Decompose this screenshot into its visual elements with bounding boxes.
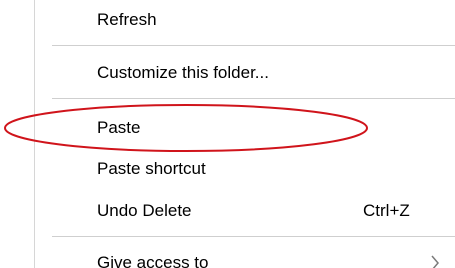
menu-item-paste-shortcut[interactable]: Paste shortcut [35, 151, 455, 187]
menu-item-label: Refresh [97, 10, 157, 29]
menu-item-label: Paste shortcut [97, 159, 206, 178]
menu-item-give-access-to[interactable]: Give access to [35, 245, 455, 268]
menu-item-refresh[interactable]: Refresh [35, 2, 455, 38]
menu-item-shortcut: Ctrl+Z [363, 201, 410, 220]
menu-item-customize-folder[interactable]: Customize this folder... [35, 55, 455, 91]
menu-item-label: Give access to [97, 253, 209, 268]
chevron-right-icon [431, 255, 439, 268]
menu-item-undo-delete[interactable]: Undo Delete Ctrl+Z [35, 193, 455, 229]
menu-separator [52, 98, 455, 99]
menu-separator [52, 45, 455, 46]
menu-item-label: Undo Delete [97, 201, 192, 220]
menu-item-paste[interactable]: Paste [35, 110, 455, 146]
menu-item-label: Paste [97, 118, 141, 137]
menu-separator [52, 236, 455, 237]
context-menu-screenshot: Refresh Customize this folder... Paste P… [0, 0, 455, 268]
menu-item-label: Customize this folder... [97, 63, 269, 82]
